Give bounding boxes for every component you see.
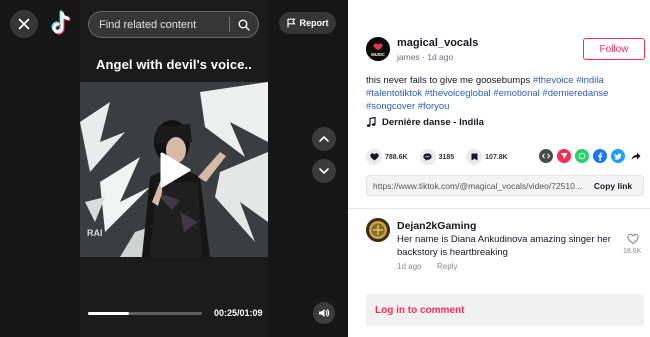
music-title: Dernière danse - Indila [382,117,484,128]
progress-fill [88,312,130,315]
share-options [539,149,643,163]
close-icon [18,18,30,30]
video-player: Report Angel with devil's voice.. RAI [0,0,348,337]
embed-icon[interactable] [539,149,553,163]
save-count: 107.8K [485,153,508,161]
post-description: this never fails to give me goosebumps #… [366,74,644,113]
broadcaster-watermark: RAI [87,228,103,238]
next-video-button[interactable] [312,159,336,183]
description-text: this never fails to give me goosebumps [366,75,531,86]
follow-button[interactable]: Follow [583,38,645,60]
comment-count: 3185 [438,153,455,161]
share-link-box: https://www.tiktok.com/@magical_vocals/v… [366,175,644,196]
save-button[interactable]: 107.8K [466,149,508,165]
bookmark-icon [471,153,478,161]
heart-icon [369,153,379,161]
volume-button[interactable] [313,302,335,324]
video-frame[interactable]: RAI [80,82,268,257]
info-panel: MUSIC magical_vocals james · 1d ago Foll… [348,0,650,337]
user-avatar-image [366,218,390,242]
login-to-comment-button[interactable]: Log in to comment [366,294,644,326]
progress-bar[interactable] [88,312,202,315]
copy-link-button[interactable]: Copy link [583,181,643,191]
comment-icon [423,153,432,161]
like-count: 788.6K [385,153,408,161]
twitter-icon[interactable] [611,149,625,163]
player-backdrop-right [268,0,348,337]
post-username[interactable]: magical_vocals [397,37,478,49]
music-link[interactable]: Dernière danse - Indila [366,117,484,128]
send-to-friends-icon[interactable] [557,149,571,163]
comment-date: 1d ago [397,262,422,271]
search-bar [88,11,259,38]
music-note-icon [366,117,376,127]
hashtag-link[interactable]: #thevoice [533,75,574,86]
comment-button[interactable]: 3185 [419,149,455,165]
svg-text:MUSIC: MUSIC [371,52,385,57]
chevron-up-icon [319,136,329,142]
share-link-text[interactable]: https://www.tiktok.com/@magical_vocals/v… [367,181,583,191]
post-subline: james · 1d ago [397,52,454,62]
report-label: Report [299,18,329,28]
playback-time: 00:25/01:09 [214,308,263,318]
player-backdrop-left [0,0,80,337]
report-button[interactable]: Report [279,12,336,34]
comment-text: Her name is Diana Ankudinova amazing sin… [397,234,611,258]
search-button[interactable] [230,12,258,37]
avatar[interactable]: MUSIC [366,37,390,61]
engagement-stats: 788.6K 3185 107.8K [366,149,520,165]
flag-icon [286,18,296,28]
hashtag-link[interactable]: #foryou [418,101,450,112]
comment-avatar[interactable] [366,218,390,242]
close-button[interactable] [10,10,38,38]
music-logo-avatar: MUSIC [366,37,390,61]
hashtag-link[interactable]: #indila [576,75,603,86]
divider [348,208,650,209]
share-arrow-icon[interactable] [629,149,643,163]
search-icon [238,19,250,31]
volume-icon [319,309,330,317]
comment-like-count: 18.6K [623,248,642,255]
tiktok-logo[interactable] [50,10,76,38]
hashtag-link[interactable]: #talentotiktok [366,88,422,99]
search-input[interactable] [89,12,229,37]
like-button[interactable]: 788.6K [366,149,408,165]
hashtag-link[interactable]: #songcover [366,101,415,112]
comment-username[interactable]: Dejan2kGaming [397,220,476,232]
chevron-down-icon [319,168,329,174]
whatsapp-icon[interactable] [575,149,589,163]
hashtag-link[interactable]: #dernieredanse [542,88,608,99]
facebook-icon[interactable] [593,149,607,163]
play-icon[interactable] [158,151,192,189]
hashtag-link[interactable]: #emotional [493,88,539,99]
hashtag-link[interactable]: #thevoiceglobal [425,88,491,99]
comment-reply-button[interactable]: Reply [437,262,457,271]
video-title: Angel with devil's voice.. [96,57,252,72]
previous-video-button[interactable] [312,127,336,151]
comment-heart-icon[interactable] [627,233,639,245]
